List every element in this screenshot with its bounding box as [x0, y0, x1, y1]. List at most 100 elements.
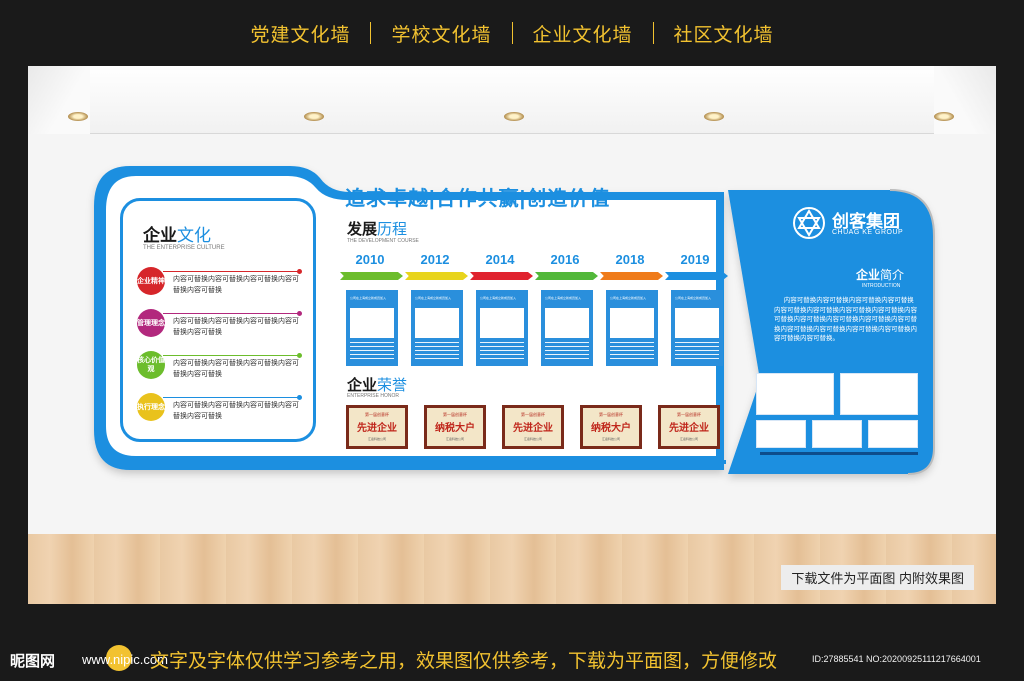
image-id: ID:27885541 NO:20200925111217664001: [812, 654, 981, 664]
slogan: 追求卓越|合作共赢|创造价值: [345, 188, 611, 210]
timeline-card: 公司在上海成立新成员加入: [346, 290, 398, 366]
timeline-year: 2012: [420, 252, 450, 267]
timeline-year: 2019: [680, 252, 710, 267]
value-row: 核心价值观 内容可替换内容可替换内容可替换内容可替换内容可替换: [137, 351, 307, 387]
timeline-card-text: 公司在上海成立新成员加入: [675, 296, 712, 300]
culture-title-b: 文化: [177, 226, 211, 245]
timeline-card-photo: [610, 308, 654, 338]
plaque-face: 第一届创意杯纳税大户汇嘉科技公司: [583, 408, 639, 446]
culture-subtitle: THE ENTERPRISE CULTURE: [143, 245, 225, 251]
timeline-year: 2010: [355, 252, 385, 267]
value-row: 企业精神 内容可替换内容可替换内容可替换内容可替换内容可替换: [137, 267, 307, 303]
honor-title: 企业荣誉: [347, 374, 407, 395]
value-text: 内容可替换内容可替换内容可替换内容可替换内容可替换: [173, 318, 299, 336]
value-line: [163, 313, 299, 314]
development-title-b: 历程: [377, 221, 408, 238]
timeline-segment: [665, 272, 728, 280]
plaque-top-text: 第一届创意杯: [677, 412, 701, 417]
timeline-card-lines: [480, 342, 524, 362]
value-line: [163, 355, 299, 356]
timeline-card-lines: [545, 342, 589, 362]
timeline-card: 公司在上海成立新成员加入: [671, 290, 723, 366]
development-subtitle: THE DEVELOPMENT COURSE: [347, 238, 419, 244]
value-badge: 核心价值观: [137, 351, 165, 379]
plaque-main-text: 先进企业: [357, 423, 397, 434]
timeline-year: 2016: [550, 252, 580, 267]
honor-plaque: 第一届创意杯纳税大户汇嘉科技公司: [580, 405, 642, 449]
timeline-segment: [600, 272, 663, 280]
timeline-segment: [470, 272, 533, 280]
timeline-card-lines: [350, 342, 394, 362]
culture-panel: 企业文化 THE ENTERPRISE CULTURE 企业精神 内容可替换内容…: [120, 198, 316, 442]
plaque-face: 第一届创意杯 纳税大户 汇嘉科技公司: [427, 408, 483, 446]
photo-placeholder: [812, 420, 862, 448]
honor-plaque: 第一届创意杯先进企业汇嘉科技公司: [346, 405, 408, 449]
honor-subtitle: ENTERPRISE HONOR: [347, 393, 399, 399]
plaque-bottom-text: 汇嘉科技公司: [367, 437, 386, 441]
timeline-card-photo: [415, 308, 459, 338]
plaque-face: 第一届创意杯先进企业汇嘉科技公司: [661, 408, 717, 446]
value-text: 内容可替换内容可替换内容可替换内容可替换内容可替换: [173, 276, 299, 294]
company-name-en: CHUAG KE GROUP: [832, 229, 904, 236]
timeline-segment: [535, 272, 598, 280]
timeline-card-photo: [480, 308, 524, 338]
timeline-segment: [405, 272, 468, 280]
intro-title: 企业简介: [856, 266, 904, 283]
timeline-year: 2018: [615, 252, 645, 267]
timeline-year: 2014: [485, 252, 515, 267]
plaque-main-text: 纳税大户: [435, 423, 475, 434]
value-row: 执行理念 内容可替换内容可替换内容可替换内容可替换内容可替换: [137, 393, 307, 429]
site-logo[interactable]: 昵图网: [10, 650, 55, 671]
photo-placeholder: [868, 420, 918, 448]
value-row: 管理理念 内容可替换内容可替换内容可替换内容可替换内容可替换: [137, 309, 307, 345]
timeline-card-photo: [350, 308, 394, 338]
value-badge: 企业精神: [137, 267, 165, 295]
value-badge: 执行理念: [137, 393, 165, 421]
company-logo-icon: [793, 207, 825, 239]
timeline-card: 公司在上海成立新成员加入: [476, 290, 528, 366]
honor-title-a: 企业: [347, 377, 378, 394]
timeline-card-lines: [415, 342, 459, 362]
plaque-top-text: 第一届创意杯: [521, 412, 545, 417]
plaque-main-text: 纳税大户: [591, 423, 631, 434]
value-line: [163, 397, 299, 398]
timeline-card-text: 公司在上海成立新成员加入: [350, 296, 387, 300]
honor-plaque: 第一届创意杯先进企业汇嘉科技公司: [658, 405, 720, 449]
value-text: 内容可替换内容可替换内容可替换内容可替换内容可替换: [173, 402, 299, 420]
photo-placeholder: [756, 373, 834, 415]
photo-placeholder: [840, 373, 918, 415]
intro-title-b: 简介: [880, 268, 905, 282]
plaque-face: 第一届创意杯 先进企业 汇嘉科技公司: [505, 408, 561, 446]
culture-title: 企业文化: [143, 221, 211, 246]
plaque-bottom-text: 汇嘉科技公司: [445, 437, 464, 441]
timeline-card-photo: [545, 308, 589, 338]
timeline-card-photo: [675, 308, 719, 338]
plaque-top-text: 第一届创意杯: [599, 412, 623, 417]
value-line: [163, 271, 299, 272]
timeline-card: 公司在上海成立新成员加入: [411, 290, 463, 366]
photo-placeholder: [756, 420, 806, 448]
development-title-a: 发展: [347, 221, 378, 238]
timeline-card-text: 公司在上海成立新成员加入: [480, 296, 517, 300]
usage-notice: 文字及字体仅供学习参考之用，效果图仅供参考，下载为平面图，方便修改: [150, 651, 778, 672]
timeline-card-text: 公司在上海成立新成员加入: [610, 296, 647, 300]
plaque-bottom-text: 汇嘉科技公司: [601, 437, 620, 441]
timeline-card-lines: [675, 342, 719, 362]
honor-plaque: 第一届创意杯 先进企业 汇嘉科技公司: [502, 405, 564, 449]
timeline-card: 公司在上海成立新成员加入: [541, 290, 593, 366]
honor-plaque: 第一届创意杯 纳税大户 汇嘉科技公司: [424, 405, 486, 449]
intro-subtitle: INTRODUCTION: [862, 283, 901, 289]
value-text: 内容可替换内容可替换内容可替换内容可替换内容可替换: [173, 360, 299, 378]
culture-title-a: 企业: [143, 226, 177, 245]
bottom-bar: 昵图网 www.nipic.com 文字及字体仅供学习参考之用，效果图仅供参考，…: [0, 634, 1024, 681]
plaque-main-text: 先进企业: [669, 423, 709, 434]
plaque-bottom-text: 汇嘉科技公司: [679, 437, 698, 441]
plaque-top-text: 第一届创意杯: [365, 412, 389, 417]
intro-title-a: 企业: [856, 268, 881, 282]
plaque-face: 第一届创意杯先进企业汇嘉科技公司: [349, 408, 405, 446]
timeline-card-text: 公司在上海成立新成员加入: [545, 296, 582, 300]
intro-text: 内容可替换内容可替换内容可替换内容可替换内容可替换内容可替换内容可替换内容可替换…: [774, 297, 917, 342]
timeline-card: 公司在上海成立新成员加入: [606, 290, 658, 366]
timeline-segment: [340, 272, 403, 280]
plaque-bottom-text: 汇嘉科技公司: [523, 437, 542, 441]
